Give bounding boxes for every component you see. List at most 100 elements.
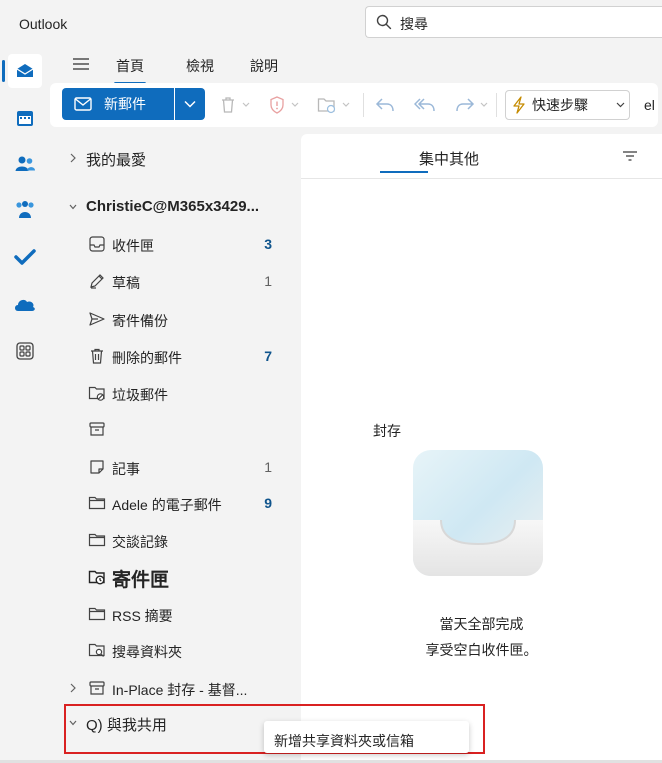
trash-icon	[222, 97, 234, 113]
account-label: ChristieC@M365x3429...	[86, 198, 260, 215]
outbox-icon	[88, 570, 105, 585]
new-mail-dropdown[interactable]	[175, 88, 205, 120]
folder-icon	[88, 496, 106, 510]
chevron-down-icon	[342, 102, 350, 107]
folder-item[interactable]: 寄件匣	[50, 563, 300, 591]
ribbon-separator	[363, 93, 364, 117]
folder-item[interactable]: 寄件備份	[50, 305, 300, 333]
unread-count: 3	[264, 236, 272, 252]
archive-icon	[89, 681, 105, 695]
folder-item[interactable]: 收件匣 3	[50, 230, 300, 258]
rail-calendar[interactable]	[8, 101, 42, 135]
unread-count: 1	[264, 459, 272, 475]
quick-steps-button[interactable]: 快速步驟	[505, 90, 629, 120]
folder-label: 刪除的郵件	[112, 350, 182, 366]
hamburger-menu-icon[interactable]	[72, 56, 90, 72]
folder-item[interactable]: 記事 1	[50, 453, 300, 481]
folder-label: Adele 的電子郵件	[112, 497, 222, 513]
report-button[interactable]	[269, 95, 299, 115]
folder-item[interactable]: 垃圾郵件	[50, 379, 300, 407]
folder-item[interactable]: 刪除的郵件 7	[50, 342, 300, 370]
message-list: 集中其他 封存 當天全部完成 享受空白收件匣。	[301, 134, 662, 763]
folder-item[interactable]: RSS 摘要	[50, 600, 300, 628]
chevron-down-icon	[480, 102, 488, 107]
mail-app-icon	[16, 64, 34, 77]
reply-all-button[interactable]	[414, 95, 436, 115]
search-input[interactable]: 搜尋	[400, 14, 428, 34]
account-group[interactable]: ChristieC@M365x3429...	[50, 193, 300, 221]
search-box[interactable]: 搜尋	[365, 6, 662, 38]
rail-mail[interactable]	[2, 54, 42, 88]
message-list-divider	[301, 178, 662, 179]
folder-label: 記事	[112, 461, 140, 477]
forward-button[interactable]	[455, 95, 488, 115]
tab-home[interactable]: 首頁	[114, 56, 146, 85]
tab-help[interactable]: 說明	[250, 56, 278, 76]
rail-people[interactable]	[8, 147, 42, 181]
folder-item[interactable]: 草稿 1	[50, 267, 300, 295]
ribbon-truncated-item[interactable]: el	[644, 97, 655, 113]
send-icon	[89, 312, 105, 326]
chevron-down-icon	[69, 204, 77, 210]
favorites-group[interactable]: 我的最愛	[50, 144, 300, 172]
inbox-icon	[89, 236, 105, 252]
app-rail	[0, 46, 50, 763]
reply-button[interactable]	[375, 95, 395, 115]
title-bar: Outlook 搜尋	[0, 0, 662, 46]
unread-count: 9	[264, 495, 272, 511]
chevron-down-icon	[291, 102, 299, 107]
unread-count: 7	[264, 348, 272, 364]
note-icon	[90, 460, 104, 474]
focus-tab-underline	[380, 171, 428, 173]
apps-grid-icon	[16, 342, 34, 360]
folder-label: 草稿	[112, 275, 140, 291]
chevron-down-icon	[184, 100, 196, 108]
ribbon-separator	[496, 93, 497, 117]
quick-steps-dropdown[interactable]	[612, 90, 630, 120]
people-icon	[15, 156, 35, 171]
folder-icon	[88, 533, 106, 547]
folder-move-icon	[317, 98, 336, 114]
rail-todo[interactable]	[8, 240, 42, 274]
filter-icon[interactable]	[622, 150, 638, 162]
move-to-button[interactable]	[317, 95, 350, 115]
delete-button[interactable]	[220, 95, 250, 115]
folder-label: 收件匣	[112, 238, 154, 254]
folder-item[interactable]: 交談記錄	[50, 526, 300, 554]
folder-item[interactable]: 搜尋資料夾	[50, 636, 300, 664]
unread-count: 1	[264, 273, 272, 289]
junk-folder-icon	[88, 386, 105, 401]
tab-focused-other[interactable]: 集中其他	[419, 148, 479, 169]
empty-inbox-title: 當天全部完成	[439, 616, 524, 632]
lightning-icon	[513, 96, 525, 114]
chevron-down-icon	[616, 102, 625, 108]
app-title: Outlook	[19, 16, 68, 32]
search-icon	[376, 14, 392, 30]
new-mail-button[interactable]: 新郵件	[62, 88, 174, 120]
folder-pane: 我的最愛 ChristieC@M365x3429... 收件匣 3 草稿 1 寄件備份刪…	[50, 134, 300, 763]
tab-view[interactable]: 檢視	[186, 56, 214, 76]
folder-label: 搜尋資料夾	[112, 644, 182, 660]
in-place-archive-label: In-Place 封存 - 基督...	[112, 682, 248, 698]
rail-more-apps[interactable]	[8, 334, 42, 368]
folder-label: 寄件備份	[112, 313, 168, 329]
rail-onedrive[interactable]	[8, 287, 42, 321]
empty-inbox-illustration	[413, 450, 543, 576]
empty-inbox-subtitle: 享受空白收件匣。	[425, 642, 538, 658]
rail-groups[interactable]	[8, 193, 42, 227]
shield-alert-icon	[270, 96, 284, 114]
in-place-archive-group[interactable]: In-Place 封存 - 基督...	[50, 674, 300, 702]
quick-steps-label: 快速步驟	[532, 97, 588, 113]
folder-label: 寄件匣	[112, 570, 170, 591]
search-folder-icon	[88, 643, 105, 657]
forward-icon	[456, 98, 475, 112]
context-menu: 新增共享資料夾或信箱	[264, 721, 469, 753]
ribbon-toolbar: 新郵件 快速步驟 el	[50, 83, 658, 127]
folder-label: 垃圾郵件	[112, 387, 168, 403]
calendar-icon	[17, 111, 33, 126]
add-shared-folder-menu-item[interactable]: 新增共享資料夾或信箱	[274, 731, 414, 751]
folder-item[interactable]: Adele 的電子郵件 9	[50, 489, 300, 517]
onedrive-cloud-icon	[15, 299, 35, 311]
folder-item[interactable]	[50, 415, 300, 443]
archive-icon	[89, 422, 105, 436]
